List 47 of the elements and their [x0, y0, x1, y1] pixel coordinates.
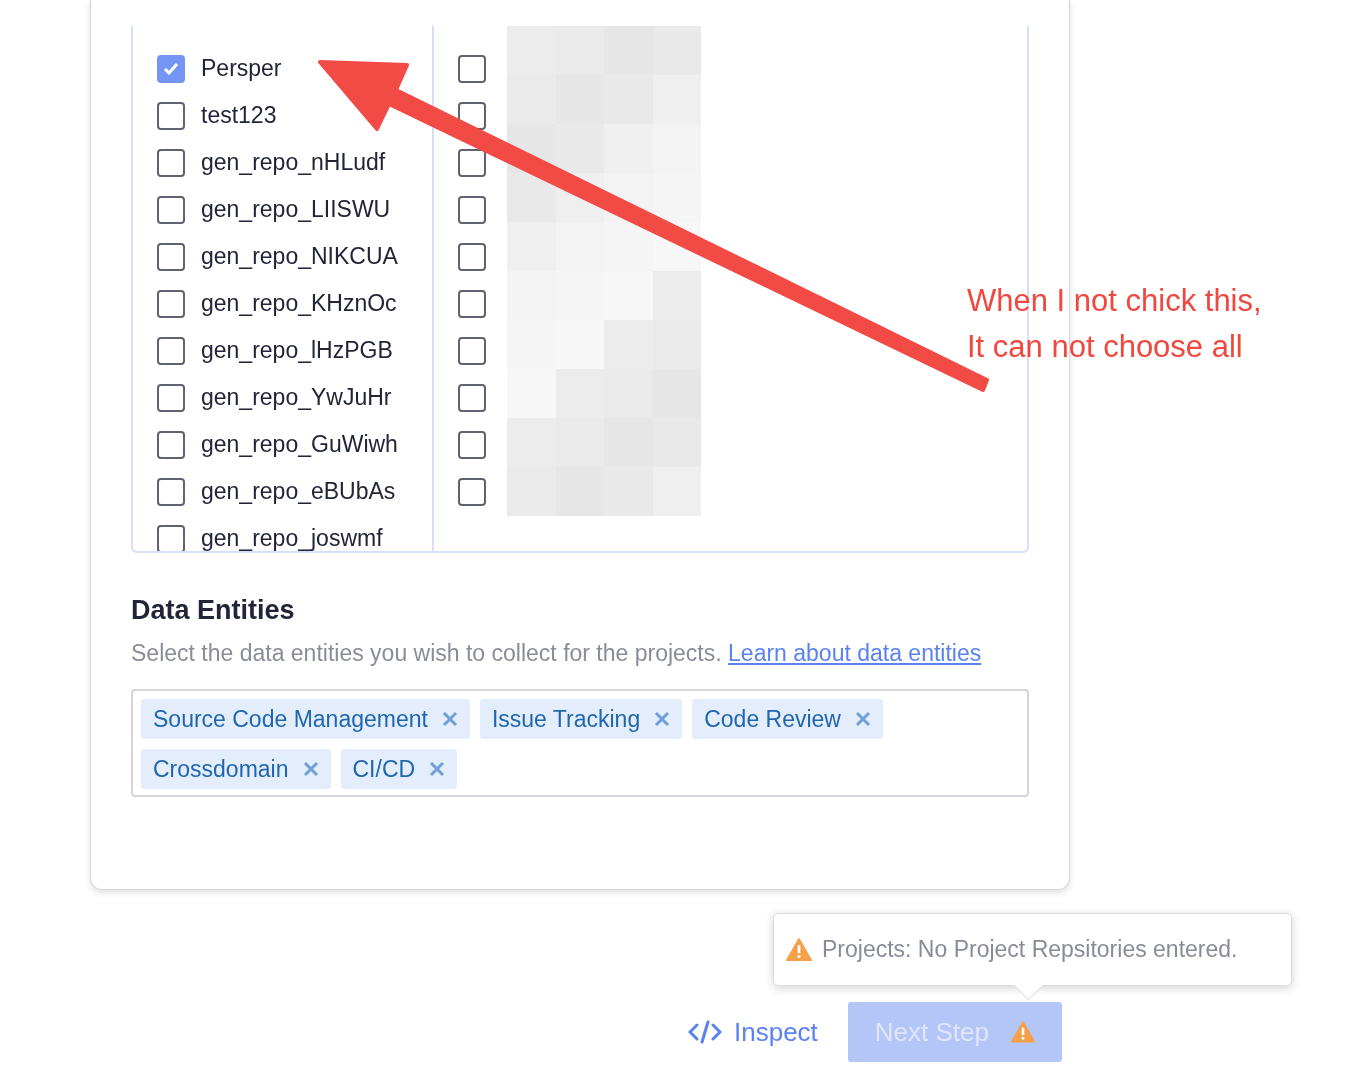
- checkbox[interactable]: [458, 148, 486, 177]
- checkbox[interactable]: [458, 54, 486, 83]
- checkbox[interactable]: [157, 148, 185, 177]
- checkbox[interactable]: [458, 336, 486, 365]
- project-name: gen_repo_nHLudf: [201, 149, 386, 176]
- tag-label: Crossdomain: [153, 755, 289, 783]
- project-name: gen_repo_GuWiwh: [201, 431, 398, 458]
- section-title: Data Entities: [131, 595, 296, 626]
- checkbox[interactable]: [157, 336, 185, 365]
- checkbox[interactable]: [157, 54, 185, 83]
- learn-more-link[interactable]: Learn about data entities: [728, 640, 982, 666]
- annotation-text: It can not choose all: [967, 328, 1244, 366]
- tooltip-text: Projects: No Project Repsitories entered.: [822, 936, 1238, 963]
- checkbox[interactable]: [458, 289, 486, 318]
- project-name: gen_repo_NIKCUA: [201, 243, 398, 270]
- project-name: gen_repo_LIISWU: [201, 196, 391, 223]
- warning-icon: [1010, 1021, 1035, 1043]
- warning-icon: [786, 937, 812, 962]
- checkbox[interactable]: [157, 477, 185, 506]
- annotation-text: When I not chick this,: [967, 282, 1262, 320]
- project-name: gen_repo_eBUbAs: [201, 478, 396, 505]
- checkbox[interactable]: [458, 195, 486, 224]
- project-name: gen_repo_joswmf: [201, 525, 383, 551]
- project-name: gen_repo_lHzPGB: [201, 337, 393, 364]
- inspect-link[interactable]: Inspect: [688, 1016, 818, 1048]
- section-description: Select the data entities you wish to collect for the projects. Learn about data entities: [131, 639, 983, 668]
- check-icon: [163, 61, 179, 76]
- checkbox[interactable]: [157, 242, 185, 271]
- checkbox[interactable]: [157, 430, 185, 459]
- tag-label: Source Code Management: [153, 705, 428, 733]
- project-name: gen_repo_KHznOc: [201, 290, 397, 317]
- checkbox[interactable]: [157, 195, 185, 224]
- project-name: gen_repo_YwJuHr: [201, 384, 392, 411]
- checkbox[interactable]: [458, 477, 486, 506]
- checkbox[interactable]: [157, 383, 185, 412]
- checkbox[interactable]: [458, 430, 486, 459]
- checkbox[interactable]: [157, 289, 185, 318]
- checkbox[interactable]: [157, 524, 185, 551]
- project-name: Persper: [201, 55, 282, 82]
- project-name: test123: [201, 102, 277, 129]
- checkbox[interactable]: [458, 242, 486, 271]
- code-icon: [688, 1020, 722, 1044]
- tag-label: Issue Tracking: [491, 705, 641, 733]
- checkbox[interactable]: [458, 383, 486, 412]
- tag-label: CI/CD: [352, 755, 416, 783]
- checkbox[interactable]: [157, 101, 185, 130]
- tag-label: Code Review: [704, 705, 841, 733]
